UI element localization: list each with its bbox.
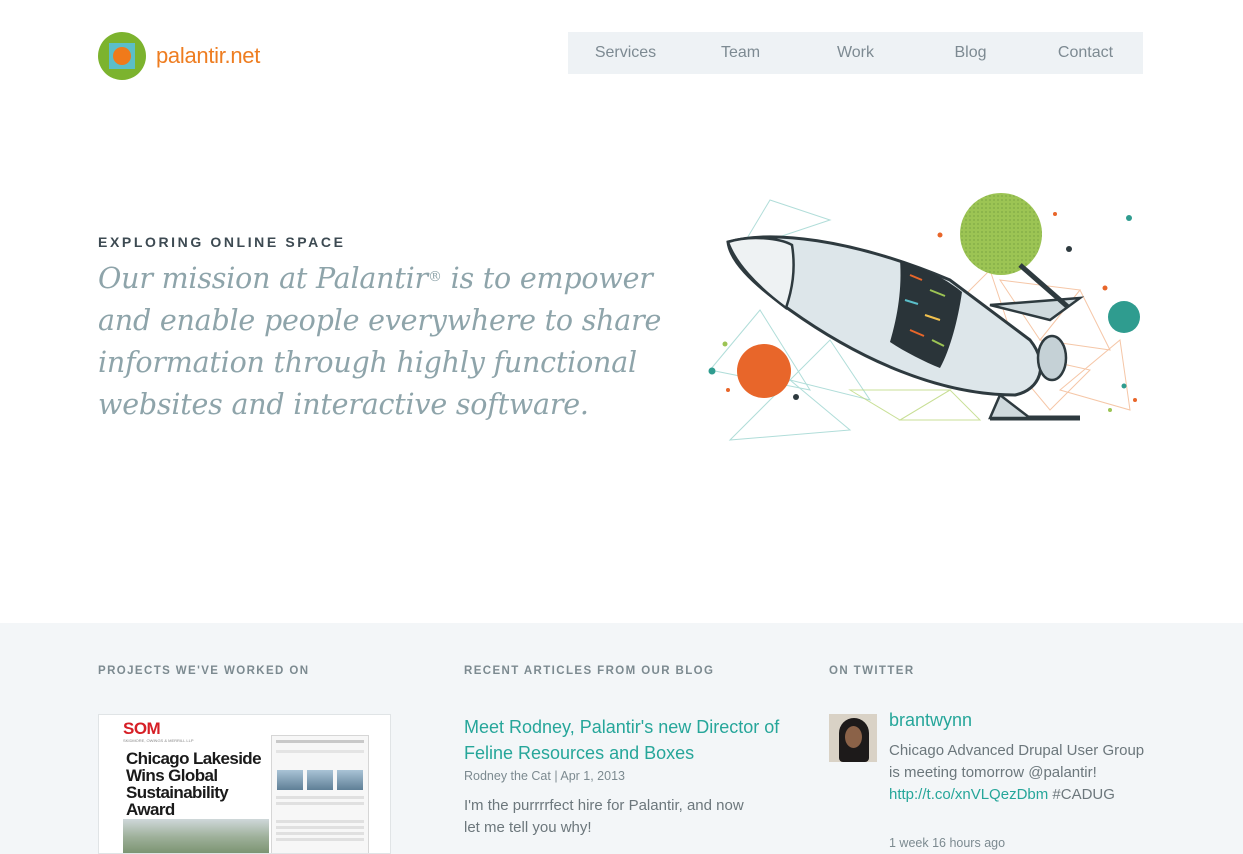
article-excerpt: I'm the purrrrfect hire for Palantir, an…: [464, 797, 744, 836]
nav-blog[interactable]: Blog: [913, 32, 1028, 74]
article-title-link[interactable]: Meet Rodney, Palantir's new Director of …: [464, 714, 784, 766]
thumb-title: Chicago Lakeside Wins Global Sustainabil…: [126, 749, 262, 819]
projects-heading: PROJECTS WE'VE WORKED ON: [98, 665, 310, 677]
main-nav: Services Team Work Blog Contact: [568, 32, 1143, 74]
thumb-brand: SOM: [123, 719, 161, 738]
article-meta: Rodney the Cat | Apr 1, 2013: [464, 769, 625, 783]
nav-team[interactable]: Team: [683, 32, 798, 74]
nav-contact[interactable]: Contact: [1028, 32, 1143, 74]
tweet-timestamp: 1 week 16 hours ago: [889, 836, 1006, 850]
twitter-username[interactable]: brantwynn: [889, 710, 972, 731]
twitter-avatar[interactable]: [829, 714, 877, 762]
tweet-text: Chicago Advanced Drupal User Group is me…: [889, 742, 1145, 803]
nav-work[interactable]: Work: [798, 32, 913, 74]
hero-eyebrow: EXPLORING ONLINE SPACE: [98, 234, 346, 250]
twitter-heading: ON TWITTER: [829, 665, 915, 677]
logo-text: palantir.net: [156, 43, 261, 68]
mission-statement: Our mission at Palantir® is to empower a…: [98, 262, 662, 421]
palantir-logo-icon: [98, 32, 146, 80]
project-thumbnail[interactable]: SOM SKIDMORE, OWINGS & MERRILL LLP Chica…: [98, 714, 391, 854]
thumb-site-screenshot: [271, 735, 369, 853]
rocket-illustration: [708, 193, 1140, 441]
site-logo[interactable]: palantir.net: [98, 32, 260, 80]
tweet-link[interactable]: http://t.co/xnVLQezDbm: [889, 786, 1048, 803]
registered-mark: ®: [427, 269, 442, 285]
nav-services[interactable]: Services: [568, 32, 683, 74]
thumb-subtitle: SKIDMORE, OWINGS & MERRILL LLP: [123, 738, 194, 743]
thumb-photo: [123, 819, 269, 853]
blog-heading: RECENT ARTICLES FROM OUR BLOG: [464, 665, 715, 677]
